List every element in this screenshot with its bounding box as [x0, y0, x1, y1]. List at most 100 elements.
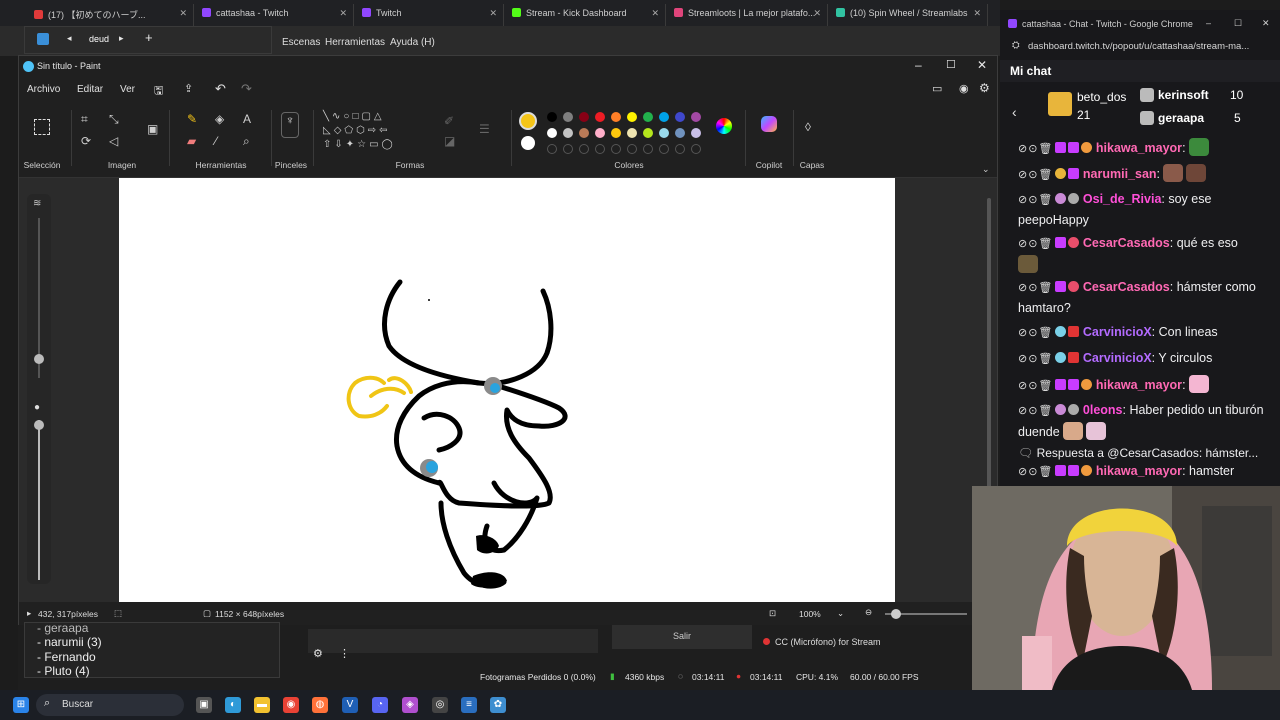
flip-icon[interactable]: ◁ — [109, 134, 118, 148]
close-icon[interactable]: ✕ — [339, 8, 347, 19]
app-icon[interactable]: ◈ — [402, 697, 418, 713]
chat-username[interactable]: CesarCasados — [1083, 236, 1170, 250]
color-swatch[interactable] — [579, 112, 589, 122]
opacity-slider-thumb[interactable] — [34, 420, 44, 430]
obs-icon[interactable]: ◎ — [432, 697, 448, 713]
color-swatch[interactable] — [643, 112, 653, 122]
layers-icon[interactable]: ◊ — [805, 120, 811, 134]
outline-icon[interactable]: ✐ — [444, 114, 454, 128]
close-icon[interactable]: ✕ — [651, 8, 659, 19]
color-swatch[interactable] — [563, 128, 573, 138]
chrome-icon[interactable]: ◉ — [283, 697, 299, 713]
mod-actions-icon[interactable]: ⊘⊙🗑 — [1018, 350, 1053, 370]
chat-username[interactable]: Osi_de_Rivia — [1083, 192, 1162, 206]
save-icon[interactable]: 🖫 — [154, 82, 163, 101]
search-box[interactable]: ⌕ Buscar — [36, 694, 184, 716]
close-icon[interactable]: ✕ — [489, 8, 497, 19]
color-swatch[interactable] — [547, 112, 557, 122]
chevron-down-icon[interactable]: ⌄ — [982, 162, 990, 176]
color-swatch[interactable] — [595, 112, 605, 122]
account-icon[interactable]: ◉ — [959, 82, 969, 95]
empty-color-slot[interactable] — [675, 144, 685, 154]
zoom-out-icon[interactable]: ⊖ — [865, 607, 872, 618]
file-explorer-icon[interactable]: ▬ — [254, 697, 270, 713]
chat-username[interactable]: narumii_san — [1083, 167, 1157, 181]
mod-actions-icon[interactable]: ⊘⊙🗑 — [1018, 279, 1053, 299]
fill-icon[interactable]: ◈ — [215, 112, 224, 126]
resize-icon[interactable]: ⤡ — [109, 112, 119, 126]
empty-color-slot[interactable] — [659, 144, 669, 154]
chat-username[interactable]: hikawa_mayor — [1096, 378, 1182, 392]
color-swatch[interactable] — [643, 128, 653, 138]
shapes-row-1-icon[interactable]: ╲∿○□▢△ — [323, 110, 385, 124]
shapes-row-2-icon[interactable]: ◺◇⬠⬡⇨⇦ — [323, 124, 391, 138]
firefox-icon[interactable]: ◍ — [312, 697, 328, 713]
minimize-icon[interactable]: – — [915, 58, 922, 72]
size-slider-thumb[interactable] — [34, 354, 44, 364]
zoom-level[interactable]: 100% — [799, 609, 821, 619]
back-icon[interactable]: ◂ — [67, 33, 72, 44]
menu-archivo[interactable]: Archivo — [27, 84, 60, 95]
maximize-icon[interactable]: ☐ — [946, 58, 956, 71]
copilot-icon[interactable] — [761, 116, 777, 132]
browser-tab[interactable]: cattashaa - Twitch ✕ — [194, 4, 354, 26]
forward-icon[interactable]: ▸ — [119, 33, 124, 44]
magnifier-icon[interactable]: ⌕ — [243, 134, 250, 148]
close-icon[interactable]: ✕ — [977, 58, 987, 72]
notifications-icon[interactable]: ▭ — [932, 82, 942, 95]
settings-icon[interactable]: ⚙ — [979, 81, 990, 95]
settings-icon[interactable]: ⚙ — [313, 647, 323, 660]
mod-actions-icon[interactable]: ⊘⊙🗑 — [1018, 402, 1053, 422]
close-icon[interactable]: ✕ — [1262, 18, 1270, 29]
crop-icon[interactable]: ⌗ — [81, 112, 88, 126]
color-swatch[interactable] — [611, 112, 621, 122]
color-swatch[interactable] — [627, 112, 637, 122]
fill-shape-icon[interactable]: ◪ — [444, 134, 455, 148]
more-icon[interactable]: ⋮ — [339, 647, 350, 660]
salir-button[interactable]: Salir — [612, 625, 752, 649]
mod-actions-icon[interactable]: ⊘⊙🗑 — [1018, 140, 1053, 160]
color-picker-icon[interactable]: ⁄ — [215, 134, 217, 148]
browser-tab[interactable]: (10) Spin Wheel / Streamlabs ✕ — [828, 4, 988, 26]
color-swatch[interactable] — [611, 128, 621, 138]
mod-actions-icon[interactable]: ⊘⊙🗑 — [1018, 191, 1053, 211]
line-size-icon[interactable]: ☰ — [479, 122, 490, 136]
menu-escenas[interactable]: Escenas — [282, 37, 320, 48]
color-swatch[interactable] — [547, 128, 557, 138]
vegas-icon[interactable]: V — [342, 697, 358, 713]
chat-username[interactable]: CarvinicioX — [1083, 325, 1152, 339]
reply-text[interactable]: Respuesta a @CesarCasados: hámster... — [1037, 446, 1259, 460]
color-swatch[interactable] — [595, 128, 605, 138]
chat-username[interactable]: hikawa_mayor — [1096, 141, 1182, 155]
color-swatch[interactable] — [659, 128, 669, 138]
color-swatch[interactable] — [579, 128, 589, 138]
empty-color-slot[interactable] — [563, 144, 573, 154]
share-icon[interactable]: ⇪ — [184, 82, 193, 95]
zoom-slider-thumb[interactable] — [891, 609, 901, 619]
color-swatch[interactable] — [659, 112, 669, 122]
browser-tab[interactable]: Streamloots | La mejor platafo... ✕ — [666, 4, 828, 26]
empty-color-slot[interactable] — [595, 144, 605, 154]
empty-color-slot[interactable] — [643, 144, 653, 154]
text-icon[interactable]: A — [243, 112, 251, 126]
maximize-icon[interactable]: ☐ — [1234, 18, 1242, 29]
chevron-down-icon[interactable]: ⌄ — [837, 608, 844, 619]
minimize-icon[interactable]: – — [1206, 18, 1211, 28]
redo-icon[interactable]: ↷ — [241, 81, 252, 97]
secondary-color-swatch[interactable] — [521, 136, 535, 150]
primary-color-swatch[interactable] — [519, 112, 537, 130]
color-swatch[interactable] — [675, 128, 685, 138]
color-swatch[interactable] — [691, 112, 701, 122]
site-info-icon[interactable]: ⛭ — [1012, 40, 1020, 51]
close-icon[interactable]: ✕ — [813, 8, 821, 19]
color-swatch[interactable] — [627, 128, 637, 138]
chat-url-bar[interactable]: ⛭ dashboard.twitch.tv/popout/u/cattashaa… — [1000, 38, 1280, 56]
browser-tab[interactable]: (17) 【初めてのハーブ... ✕ — [26, 4, 194, 26]
menu-ayuda[interactable]: Ayuda (H) — [390, 37, 435, 48]
pencil-icon[interactable]: ✎ — [187, 112, 197, 126]
edit-colors-icon[interactable] — [716, 118, 732, 134]
task-view-icon[interactable]: ▣ — [196, 697, 212, 713]
chevron-left-icon[interactable]: ‹ — [1012, 104, 1017, 120]
image-select-icon[interactable]: ▣ — [147, 122, 158, 136]
menu-herramientas[interactable]: Herramientas — [325, 37, 385, 48]
